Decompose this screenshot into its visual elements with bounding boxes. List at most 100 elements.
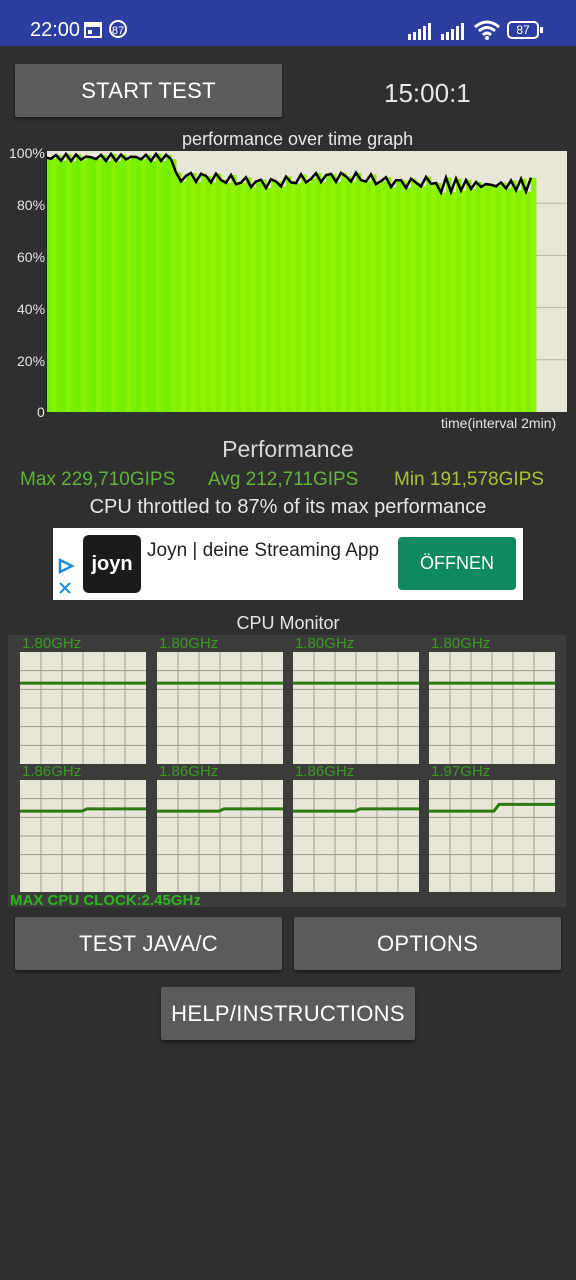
graph-bar (371, 174, 377, 412)
test-timer: 15:00:1 (384, 78, 471, 108)
graph-bar (361, 180, 367, 412)
graph-bar (381, 181, 387, 412)
signal-icon (408, 23, 431, 40)
graph-bar (221, 179, 227, 412)
graph-bar (511, 180, 517, 412)
graph-bar (401, 180, 407, 412)
y-label-80: 80% (17, 197, 46, 213)
joyn-logo: joyn (83, 535, 141, 593)
graph-bar (436, 183, 442, 412)
x-axis-label: time(interval 2min) (441, 415, 557, 431)
performance-title: Performance (222, 436, 354, 462)
graph-bar (311, 178, 317, 412)
graph-bar (346, 176, 352, 412)
graph-bar (201, 173, 207, 412)
core-graph (20, 780, 146, 892)
graph-bar (386, 177, 392, 412)
ad-choices-icon[interactable] (57, 558, 75, 574)
graph-bar (496, 186, 502, 412)
graph-bar (451, 191, 457, 412)
graph-bar (481, 186, 487, 412)
core-graph (429, 780, 555, 892)
graph-bar (441, 192, 447, 412)
graph-bar (271, 179, 277, 412)
graph-bar (106, 160, 112, 412)
battery-tip (540, 27, 543, 33)
graph-bar (286, 176, 292, 412)
graph-bar (91, 157, 97, 412)
graph-bar (266, 188, 272, 412)
graph-bar (216, 173, 222, 412)
ad-close-icon[interactable] (58, 581, 72, 595)
graph-bar (336, 181, 342, 412)
stat-avg: Avg 212,711GIPS (208, 469, 359, 490)
core-frequency: 1.80GHz (22, 635, 82, 652)
graph-bar (61, 160, 67, 412)
graph-bar (191, 173, 197, 412)
graph-bar (456, 178, 462, 412)
graph-bar (461, 190, 467, 412)
ad-open-button[interactable]: ÖFFNEN (398, 537, 516, 590)
ad-banner[interactable]: joyn Joyn | deine Streaming App ÖFFNEN (53, 528, 523, 600)
graph-bar (316, 173, 322, 412)
core-graph (293, 780, 419, 892)
performance-graph (46, 151, 567, 412)
graph-bar (156, 153, 162, 412)
graph-bar (301, 174, 307, 412)
core-graph (293, 652, 419, 764)
calendar-icon (84, 22, 102, 38)
stat-max: Max 229,710GIPS (20, 469, 176, 490)
core-frequency: 1.80GHz (295, 635, 355, 652)
wifi-icon (474, 20, 500, 40)
graph-bar (516, 190, 522, 412)
test-java-button[interactable]: TEST JAVA/C (15, 917, 282, 970)
core-graph (157, 652, 283, 764)
battery-level: 87 (516, 23, 530, 37)
graph-bar (146, 154, 152, 412)
core-graph (157, 780, 283, 892)
graph-bar (376, 184, 382, 412)
graph-bar (421, 186, 427, 412)
graph-bar (186, 175, 192, 412)
graph-bar (476, 181, 482, 412)
graph-bar (121, 154, 127, 412)
graph-bar (446, 177, 452, 412)
graph-bar (151, 160, 157, 412)
graph-title: performance over time graph (182, 129, 414, 149)
graph-bar (406, 187, 412, 412)
core-frequency: 1.86GHz (295, 763, 355, 780)
y-label-20: 20% (17, 353, 46, 369)
notification-count-icon: 87 (109, 20, 127, 38)
graph-bar (81, 159, 87, 412)
graph-bar (431, 183, 437, 412)
help-instructions-button[interactable]: HELP/INSTRUCTIONS (161, 987, 415, 1040)
battery-icon: 87 (507, 21, 539, 39)
graph-bar (196, 181, 202, 412)
y-label-60: 60% (17, 249, 46, 265)
throttle-text: CPU throttled to 87% of its max performa… (89, 496, 487, 518)
graph-bar (306, 182, 312, 412)
graph-bar (416, 182, 422, 412)
core-graph (20, 652, 146, 764)
graph-bar (471, 188, 477, 412)
graph-bar (181, 181, 187, 412)
graph-bar (391, 187, 397, 412)
options-button[interactable]: OPTIONS (294, 917, 561, 970)
graph-bar (256, 181, 262, 412)
graph-bar (276, 181, 282, 412)
core-frequency: 1.86GHz (159, 763, 219, 780)
graph-bar (326, 175, 332, 412)
start-test-button[interactable]: START TEST (15, 64, 282, 117)
graph-bar (341, 172, 347, 412)
graph-bar (231, 175, 237, 412)
core-graph (429, 652, 555, 764)
graph-bar (331, 173, 337, 412)
graph-bar (56, 155, 62, 412)
core-frequency: 1.80GHz (431, 635, 491, 652)
core-frequency: 1.80GHz (159, 635, 219, 652)
graph-bar (241, 182, 247, 412)
graph-bar (116, 161, 122, 412)
graph-bar (291, 182, 297, 412)
graph-bar (51, 158, 57, 412)
graph-bar (101, 154, 107, 412)
